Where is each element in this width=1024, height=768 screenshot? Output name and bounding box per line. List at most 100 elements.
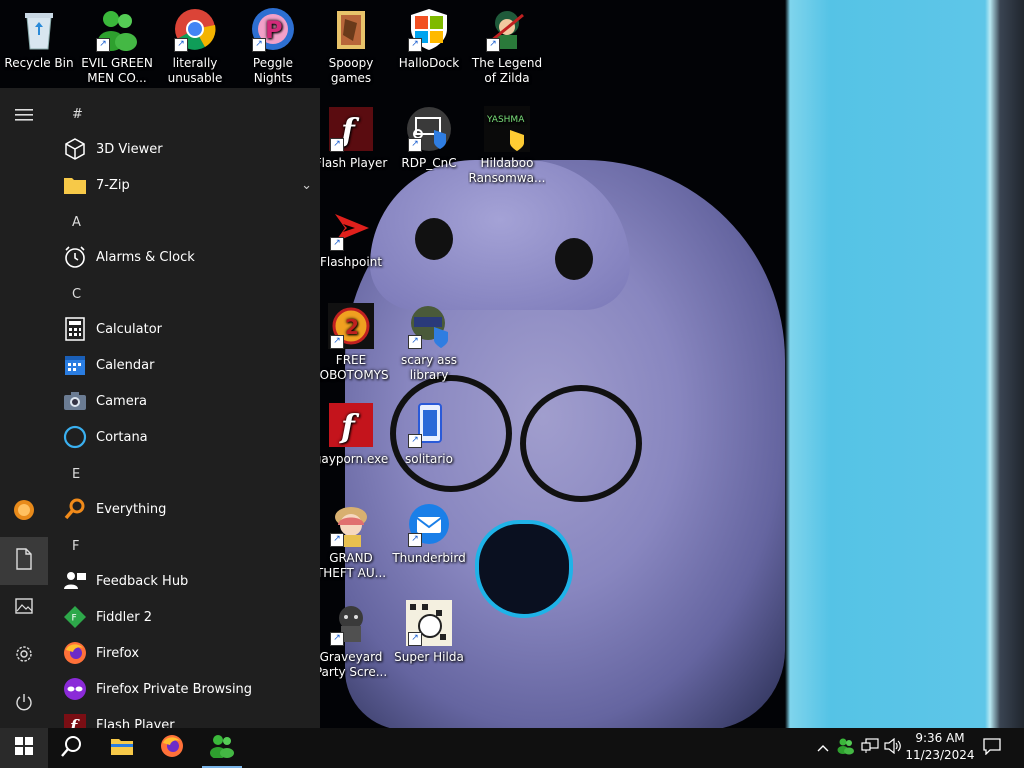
desktop-icon-hildaboo[interactable]: YASHMA Hildaboo Ransomwa... bbox=[468, 106, 546, 186]
app-item-fiddler-2[interactable]: F Fiddler 2 bbox=[62, 599, 312, 635]
taskbar: 9:36 AM 11/23/2024 bbox=[0, 728, 1024, 768]
thunderbird-icon: ↗ bbox=[406, 501, 452, 547]
desktop-icon-solitario[interactable]: ↗ solitario bbox=[390, 402, 468, 467]
desktop-icon-spoopy-games[interactable]: Spoopy games bbox=[312, 6, 390, 86]
svg-text:F: F bbox=[72, 614, 77, 624]
volume-button[interactable] bbox=[883, 737, 903, 758]
app-item-label: Cortana bbox=[96, 429, 148, 445]
pictures-button[interactable] bbox=[0, 584, 48, 632]
desktop-icon-peggle[interactable]: P ↗ Peggle Nights Deluxe bbox=[234, 6, 312, 86]
power-button[interactable] bbox=[0, 680, 48, 728]
network-icon bbox=[861, 738, 879, 758]
fiddler-icon: F bbox=[62, 604, 88, 630]
windows-start-icon bbox=[15, 737, 33, 759]
desktop-icon-label: Super Hilda bbox=[394, 650, 464, 664]
shortcut-arrow-icon: ↗ bbox=[96, 38, 110, 52]
desktop-icon-flash-player[interactable]: f ↗ Flash Player bbox=[312, 106, 390, 171]
start-menu-rail bbox=[0, 88, 48, 728]
peggle-icon: P ↗ bbox=[250, 6, 296, 52]
pictures-icon bbox=[15, 597, 33, 619]
app-item-label: Feedback Hub bbox=[96, 573, 189, 589]
flash-icon: f bbox=[62, 712, 88, 728]
desktop-icon-label: Flashpoint bbox=[319, 255, 383, 269]
shortcut-arrow-icon: ↗ bbox=[408, 138, 422, 152]
settings-button[interactable] bbox=[0, 632, 48, 680]
desktop-icon-thunderbird[interactable]: ↗ Thunderbird bbox=[390, 501, 468, 566]
taskbar-file-explorer[interactable] bbox=[98, 728, 146, 768]
search-button[interactable] bbox=[48, 728, 96, 768]
desktop-icon-scary-ass-library[interactable]: ↗ scary ass library bbox=[390, 303, 468, 383]
app-item-flash-player[interactable]: f Flash Player bbox=[62, 707, 312, 728]
group-header-f[interactable]: F bbox=[72, 539, 79, 554]
power-icon bbox=[15, 693, 33, 716]
desktop-icon-label: Flash Player bbox=[314, 156, 388, 170]
desktop-icon-gayporn-exe[interactable]: f gayporn.exe bbox=[312, 402, 390, 467]
app-item-feedback-hub[interactable]: Feedback Hub bbox=[62, 563, 312, 599]
desktop-icon-free-lobotomys[interactable]: 2 ↗ FREE LOBOTOMYS bbox=[312, 303, 390, 383]
expand-chevron-icon[interactable]: ⌄ bbox=[301, 178, 312, 193]
app-item-calculator[interactable]: Calculator bbox=[62, 311, 312, 347]
app-item-cortana[interactable]: Cortana bbox=[62, 419, 312, 455]
chrome-icon: ↗ bbox=[172, 6, 218, 52]
start-button[interactable] bbox=[0, 728, 48, 768]
desktop-icon-recycle-bin[interactable]: Recycle Bin bbox=[0, 6, 78, 71]
volume-icon bbox=[884, 737, 902, 758]
hamburger-menu-button[interactable] bbox=[0, 92, 48, 140]
hamburger-icon bbox=[15, 106, 33, 127]
tray-green-men[interactable] bbox=[836, 738, 856, 758]
start-menu: # 3D Viewer 7-Zip ⌄ A Alarms & Clock C C… bbox=[0, 88, 320, 728]
rdp-icon: ↗ bbox=[406, 106, 452, 152]
desktop-icon-grand-theft-au[interactable]: ↗ GRAND THEFT AU... bbox=[312, 501, 390, 581]
app-item-camera[interactable]: Camera bbox=[62, 383, 312, 419]
app-item-calendar[interactable]: Calendar bbox=[62, 347, 312, 383]
svg-text:P: P bbox=[265, 16, 283, 44]
desktop-icon-label: GRAND THEFT AU... bbox=[315, 551, 387, 580]
network-button[interactable] bbox=[860, 738, 880, 758]
desktop-icon-label: Spoopy games bbox=[328, 56, 374, 85]
zilda-icon: ↗ bbox=[484, 6, 530, 52]
desktop-icon-literally-unusable[interactable]: ↗ literally unusable bbox=[156, 6, 234, 86]
app-item-label: Alarms & Clock bbox=[96, 249, 195, 265]
desktop-icon-label: FREE LOBOTOMYS bbox=[313, 353, 389, 382]
desktop-icon-legend-of-zilda[interactable]: ↗ The Legend of Zilda bbox=[468, 6, 546, 86]
group-header-c[interactable]: C bbox=[72, 287, 81, 302]
shortcut-arrow-icon: ↗ bbox=[174, 38, 188, 52]
shortcut-arrow-icon: ↗ bbox=[330, 138, 344, 152]
app-item-label: Camera bbox=[96, 393, 148, 409]
yashma-icon: YASHMA bbox=[484, 106, 530, 152]
desktop-icon-rdp-cnc[interactable]: ↗ RDP_CnC bbox=[390, 106, 468, 171]
app-item-alarms-clock[interactable]: Alarms & Clock bbox=[62, 239, 312, 275]
desktop-icon-flashpoint[interactable]: ↗ Flashpoint bbox=[312, 205, 390, 270]
shortcut-arrow-icon: ↗ bbox=[330, 533, 344, 547]
desktop-icon-graveyard-party[interactable]: ↗ Graveyard Party Scre... bbox=[312, 600, 390, 680]
svg-text:YASHMA: YASHMA bbox=[486, 115, 525, 125]
app-item-label: Fiddler 2 bbox=[96, 609, 153, 625]
calculator-icon bbox=[62, 316, 88, 342]
svg-text:2: 2 bbox=[345, 315, 359, 339]
folder-icon bbox=[62, 172, 88, 198]
flash-icon: f bbox=[328, 402, 374, 448]
desktop-icon-evil-green-men[interactable]: ↗ EVIL GREEN MEN CO... bbox=[78, 6, 156, 86]
app-item-label: Firefox Private Browsing bbox=[96, 681, 253, 697]
shortcut-arrow-icon: ↗ bbox=[408, 335, 422, 349]
taskbar-firefox[interactable] bbox=[148, 728, 196, 768]
group-header-hash[interactable]: # bbox=[72, 107, 83, 122]
show-hidden-icons-button[interactable] bbox=[813, 738, 833, 758]
desktop-icon-hallodock[interactable]: ↗ HalloDock bbox=[390, 6, 468, 71]
search-magnifier-icon bbox=[62, 496, 88, 522]
documents-button[interactable] bbox=[0, 537, 48, 585]
app-item-3d-viewer[interactable]: 3D Viewer bbox=[62, 131, 312, 167]
app-item-firefox[interactable]: Firefox bbox=[62, 635, 312, 671]
group-header-a[interactable]: A bbox=[72, 215, 81, 230]
taskbar-clock[interactable]: 9:36 AM 11/23/2024 bbox=[905, 730, 975, 764]
desktop-icon-label: HalloDock bbox=[398, 56, 460, 70]
desktop-icon-super-hilda[interactable]: ↗ Super Hilda bbox=[390, 600, 468, 665]
group-header-e[interactable]: E bbox=[72, 467, 80, 482]
app-item-firefox-private[interactable]: Firefox Private Browsing bbox=[62, 671, 312, 707]
app-item-everything[interactable]: Everything bbox=[62, 491, 312, 527]
user-account-button[interactable] bbox=[0, 488, 48, 536]
taskbar-green-men[interactable] bbox=[198, 728, 246, 768]
action-center-button[interactable] bbox=[981, 738, 1003, 758]
super-hilda-icon: ↗ bbox=[406, 600, 452, 646]
app-item-7-zip[interactable]: 7-Zip ⌄ bbox=[62, 167, 312, 203]
